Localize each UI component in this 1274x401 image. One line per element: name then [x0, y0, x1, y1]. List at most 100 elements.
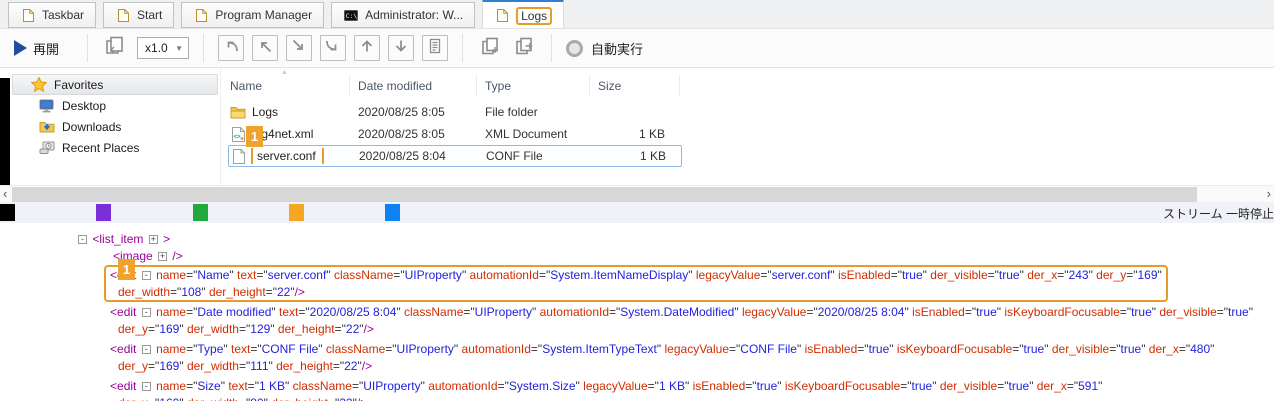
tab-logs[interactable]: Logs	[482, 0, 564, 28]
sidebar-item-desktop[interactable]: Desktop	[12, 95, 218, 116]
auto-run-toggle[interactable]: 自動実行	[566, 39, 643, 58]
tab-taskbar[interactable]: Taskbar	[8, 2, 96, 28]
auto-run-label: 自動実行	[591, 39, 643, 58]
document-pages-button[interactable]	[422, 35, 448, 61]
page-icon	[115, 7, 131, 23]
tab-administrator-w[interactable]: C:\Administrator: W...	[331, 2, 475, 28]
tree-node-edit-size[interactable]: <edit - name="Size" text="1 KB" classNam…	[104, 376, 1108, 401]
tree-node-edit-type[interactable]: <edit - name="Type" text="CONF File" cla…	[104, 339, 1220, 376]
scroll-right-arrow-icon[interactable]: ›	[1264, 186, 1274, 202]
tree-node-edit-name[interactable]: <edit - name="Name" text="server.conf" c…	[104, 265, 1168, 302]
sidebar-item-label: Recent Places	[62, 141, 139, 155]
annotation-box: server.conf	[251, 148, 324, 164]
column-header-name[interactable]: Name	[228, 75, 350, 97]
toolbar-separator	[462, 34, 463, 62]
tree-node-list-item[interactable]: - <list_item + >	[0, 231, 1274, 248]
record-circle-icon	[566, 40, 583, 57]
sidebar-item-downloads[interactable]: Downloads	[12, 116, 218, 137]
collapse-toggle-icon[interactable]: -	[142, 308, 151, 317]
arrow-upleft-curve-icon	[223, 38, 239, 59]
app-window: Taskbar Start Program Manager C:\Administra…	[0, 0, 1274, 401]
explorer-sidebar: Favorites Desktop Downloads Recent Places	[12, 74, 218, 158]
tab-label: Taskbar	[42, 8, 84, 22]
sidebar-item-recent-places[interactable]: Recent Places	[12, 137, 218, 158]
column-header-row: Name Date modified Type Size	[228, 75, 680, 97]
ui-element-tree: - <list_item + ><image + />1<edit - name…	[0, 223, 1274, 401]
collapse-toggle-icon[interactable]: -	[142, 271, 151, 280]
play-icon	[14, 40, 27, 56]
tab-bar: Taskbar Start Program Manager C:\Administra…	[0, 0, 1274, 29]
column-header-label: Size	[598, 79, 621, 93]
file-name: server.conf	[253, 149, 324, 163]
desktop-icon	[39, 98, 55, 114]
file-type: XML Document	[477, 127, 590, 141]
tab-program-manager[interactable]: Program Manager	[181, 2, 324, 28]
timeline-marker[interactable]	[193, 204, 208, 221]
timeline-marker[interactable]	[289, 204, 304, 221]
column-header-date-modified[interactable]: Date modified	[350, 75, 477, 97]
arrow-up-button[interactable]	[354, 35, 380, 61]
file-date: 2020/08/25 8:05	[350, 105, 477, 119]
file-size: 1 KB	[591, 149, 681, 163]
tree-node-image[interactable]: <image + />	[0, 248, 1274, 265]
tab-label: Logs	[516, 7, 552, 25]
downloads-icon	[39, 119, 55, 135]
page-icon	[20, 7, 36, 23]
file-type: File folder	[477, 105, 590, 119]
expand-toggle-icon[interactable]: +	[149, 235, 158, 244]
column-header-label: Date modified	[358, 79, 432, 93]
copy-page-forward-button[interactable]	[511, 35, 537, 61]
sidebar-item-favorites[interactable]: Favorites	[12, 74, 218, 95]
folder-icon	[230, 104, 246, 120]
speed-value: x1.0	[145, 41, 168, 55]
annotation-badge: 1	[118, 259, 135, 280]
cmd-icon: C:\	[343, 7, 359, 23]
arrow-downright-curve-button[interactable]	[320, 35, 346, 61]
arrow-down-button[interactable]	[388, 35, 414, 61]
timeline-marker[interactable]	[0, 204, 15, 221]
captured-explorer-view: FavoritesDesktopDownloadsRecent Places ▲…	[0, 68, 1274, 185]
arrow-down-icon	[393, 38, 409, 59]
tab-start[interactable]: Start	[103, 2, 174, 28]
scroll-left-arrow-icon[interactable]: ‹	[0, 186, 10, 202]
sidebar-item-label: Desktop	[62, 99, 106, 113]
file-row-logs[interactable]: Logs2020/08/25 8:05File folder	[228, 101, 680, 123]
tree-node-edit-date-modified[interactable]: <edit - name="Date modified" text="2020/…	[104, 302, 1259, 339]
column-header-label: Type	[485, 79, 511, 93]
scrollbar-thumb[interactable]	[12, 187, 1197, 202]
replay-page-button[interactable]	[102, 35, 128, 61]
page-icon	[494, 8, 510, 24]
column-header-label: Name	[230, 79, 262, 93]
resume-button[interactable]: 再開	[12, 37, 73, 60]
toolbar-separator	[87, 34, 88, 62]
column-header-size[interactable]: Size	[590, 75, 680, 97]
arrow-downright-button[interactable]	[286, 35, 312, 61]
speed-select[interactable]: x1.0 ▼	[137, 37, 189, 59]
file-row-server-conf[interactable]: server.conf2020/08/25 8:04CONF File1 KB	[228, 145, 682, 167]
arrow-upleft-curve-button[interactable]	[218, 35, 244, 61]
arrow-up-icon	[359, 38, 375, 59]
toolbar-separator	[203, 34, 204, 62]
arrow-downright-curve-icon	[325, 38, 341, 59]
file-date: 2020/08/25 8:04	[351, 149, 478, 163]
collapse-toggle-icon[interactable]: -	[142, 382, 151, 391]
chevron-down-icon: ▼	[175, 44, 183, 53]
stream-status-text: ストリーム 一時停止	[1163, 205, 1274, 222]
timeline-marker[interactable]	[96, 204, 111, 221]
column-header-type[interactable]: Type	[477, 75, 590, 97]
arrow-upleft-button[interactable]	[252, 35, 278, 61]
timeline-marker[interactable]	[385, 204, 400, 221]
tab-label: Start	[137, 8, 162, 22]
file-date: 2020/08/25 8:05	[350, 127, 477, 141]
file-row-log4net-xml[interactable]: <>log4net.xml2020/08/25 8:05XML Document…	[228, 123, 680, 145]
collapse-toggle-icon[interactable]: -	[142, 345, 151, 354]
copy-page-down-button[interactable]	[477, 35, 503, 61]
file-size: 1 KB	[590, 127, 680, 141]
playback-toolbar: 再開 x1.0 ▼ 自動実行	[0, 29, 1274, 68]
copy-page-down-icon	[480, 37, 500, 60]
expand-toggle-icon[interactable]: +	[158, 252, 167, 261]
annotation-badge: 1	[246, 126, 263, 147]
collapse-toggle-icon[interactable]: -	[78, 235, 87, 244]
svg-text:C:\: C:\	[346, 12, 358, 20]
horizontal-scrollbar: ‹ ›	[0, 185, 1274, 202]
